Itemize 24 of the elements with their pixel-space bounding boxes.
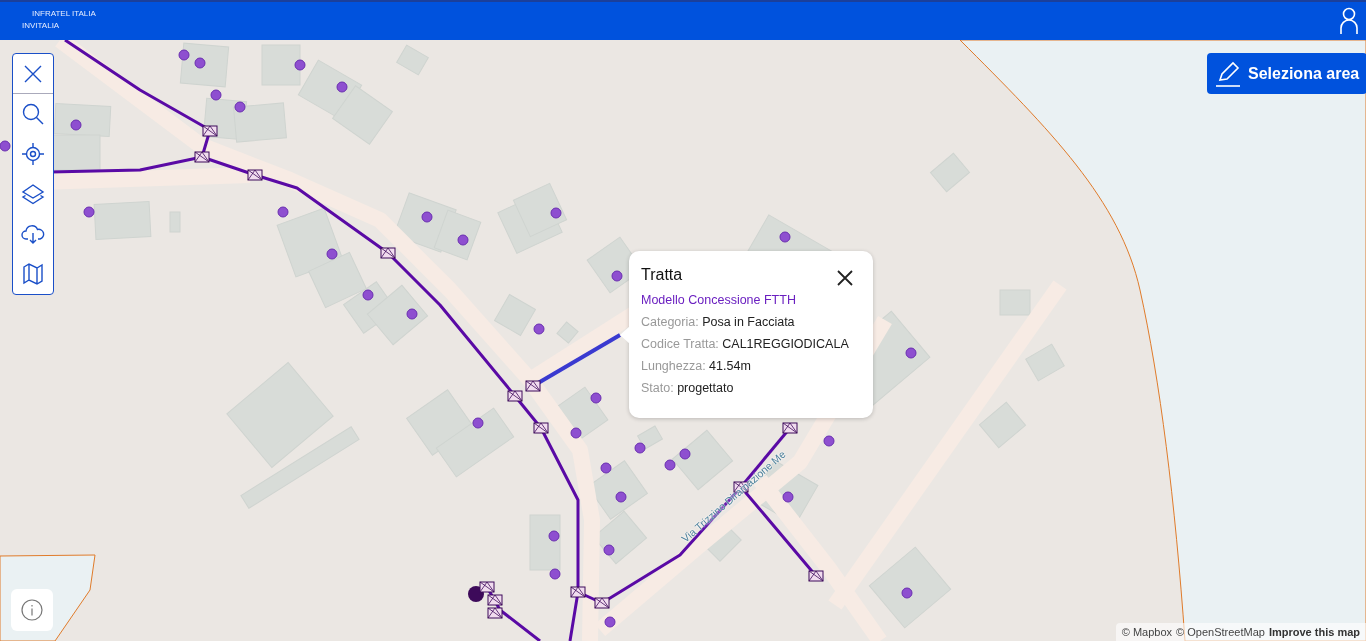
select-area-button[interactable]: Seleziona area [1207,53,1366,94]
user-icon [1340,7,1358,35]
layers-icon [21,182,45,206]
cloud-download-icon [21,222,45,246]
attribute-text: Lunghezza: 41.54m [641,359,752,373]
attribute-text: Stato: progettato [641,381,735,395]
pencil-icon [1215,60,1241,87]
attribute-text: Codice Tratta: CAL1REGGIODICALA [641,337,850,351]
attribution-text: © Mapbox [1121,626,1173,638]
user-button[interactable] [1340,7,1358,35]
popup-title: Tratta [641,266,683,284]
improve-map-link[interactable]: Improve this map [1268,626,1360,638]
logo-text: INVITALIA [22,20,61,30]
attribute-text: Categoria: Posa in Facciata [641,315,796,329]
close-button[interactable] [837,270,853,286]
logo-text: INFRATEL ITALIA [31,8,96,18]
locate-icon [21,142,45,166]
close-icon [837,270,853,286]
popup-subtitle: Modello Concessione FTTH [641,293,797,307]
info-icon [21,599,43,621]
info-button[interactable] [11,589,53,631]
attribution-text: © OpenStreetMap [1176,626,1265,638]
search-icon [21,102,45,126]
map-icon [21,262,45,286]
